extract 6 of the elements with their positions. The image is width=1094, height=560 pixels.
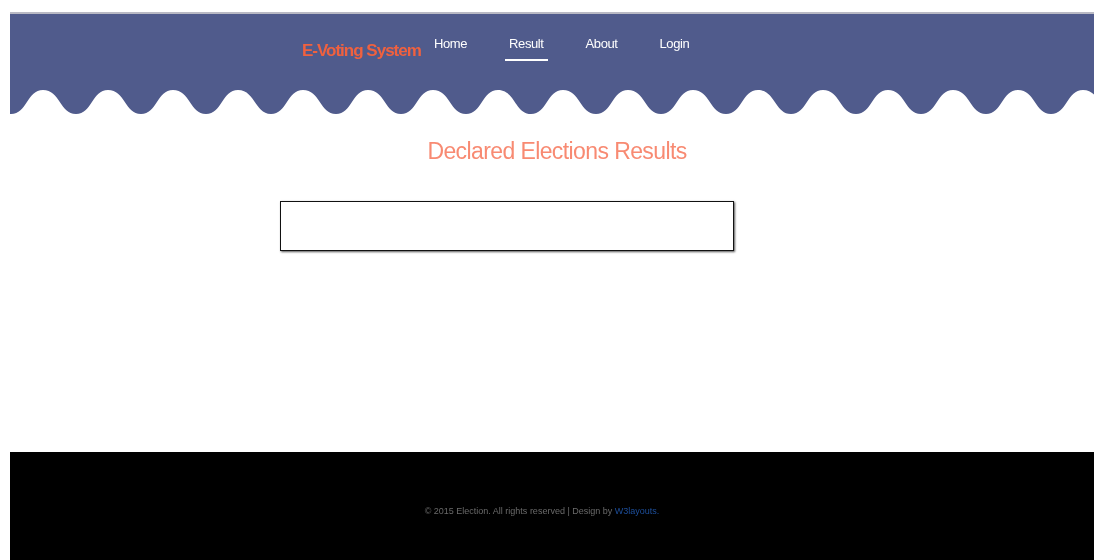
- nav-link[interactable]: Result: [505, 35, 548, 61]
- page-title: Declared Elections Results: [427, 138, 687, 165]
- nav-link[interactable]: About: [581, 35, 622, 61]
- nav-link[interactable]: Login: [655, 35, 694, 61]
- copyright-text: © 2015 Election. All rights reserved | Design by W3layouts.: [424, 506, 660, 516]
- nav-link[interactable]: Home: [430, 35, 472, 61]
